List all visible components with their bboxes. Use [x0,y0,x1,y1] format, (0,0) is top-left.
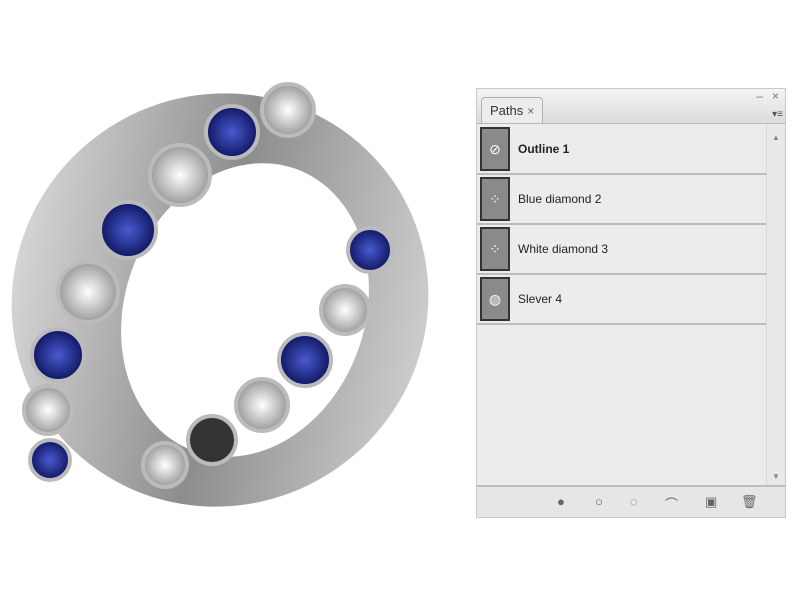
path-row-white-diamond[interactable]: ⁘ White diamond 3 [477,225,767,275]
outline-path-icon: ⊘ [480,127,510,171]
paths-list: ⊘ Outline 1 ⁘ Blue diamond 2 ⁘ White dia… [477,125,767,325]
ring-image [11,82,429,507]
path-row-blue-diamond[interactable]: ⁘ Blue diamond 2 [477,175,767,225]
paths-panel: Paths × – × ▾≡ ⊘ Outline 1 ⁘ Blue diamond… [476,88,786,518]
dotted-path-icon: ⁘ [480,227,510,271]
delete-path-button[interactable]: 🗑 [741,494,758,510]
new-path-button[interactable]: ▣ [705,494,717,510]
dotted-path-icon: ⁘ [480,177,510,221]
stroke-path-button[interactable]: ○ [595,494,603,509]
path-row-slever[interactable]: ◍ Slever 4 [477,275,767,325]
path-label: Slever 4 [518,292,563,306]
scroll-down-icon[interactable]: ▼ [772,472,780,481]
close-icon[interactable]: × [772,89,779,103]
scrollbar[interactable]: ▲ ▼ [766,125,785,487]
load-selection-button[interactable]: ◌ [630,494,638,509]
tab-paths[interactable]: Paths × [481,97,544,123]
tab-close-icon[interactable]: × [527,104,534,118]
path-row-outline[interactable]: ⊘ Outline 1 [477,125,767,175]
panel-footer: ● ○ ◌ ⌒ ▣ 🗑 [477,485,785,517]
make-work-path-button[interactable]: ⌒ [665,494,678,513]
ring-path-icon: ◍ [480,277,510,321]
scroll-up-icon[interactable]: ▲ [772,133,780,142]
panel-header: Paths × – × ▾≡ [477,89,785,124]
tab-label: Paths [490,103,524,118]
fill-path-button[interactable]: ● [557,494,565,509]
minimize-icon[interactable]: – [756,89,763,103]
path-label: Outline 1 [518,142,570,156]
panel-menu-icon[interactable]: ▾≡ [772,109,783,120]
path-label: Blue diamond 2 [518,192,602,206]
path-label: White diamond 3 [518,242,609,256]
